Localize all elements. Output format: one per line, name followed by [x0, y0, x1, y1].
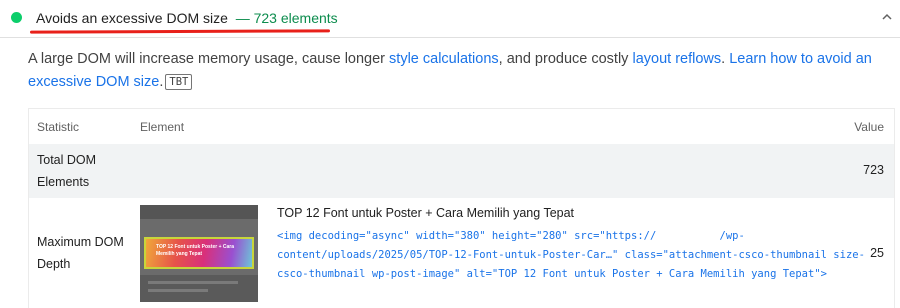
thumbnail-text-line — [148, 281, 238, 284]
column-header-statistic: Statistic — [37, 120, 80, 134]
statistic-cell: Total DOM Elements — [37, 153, 97, 189]
audit-title: Avoids an excessive DOM size — 723 eleme… — [36, 10, 338, 26]
details-table: Statistic Element Value Total DOM Elemen… — [28, 108, 895, 308]
thumbnail-bottom-area — [140, 275, 258, 302]
thumbnail-top-bar — [140, 205, 258, 219]
pass-status-icon — [11, 12, 22, 23]
thumbnail-text: TOP 12 Font untuk Poster + Cara Memilih … — [156, 244, 235, 257]
table-row-total-dom-elements: Total DOM Elements 723 — [29, 144, 894, 198]
description-text: A large DOM will increase memory usage, … — [28, 51, 390, 67]
node-snippet[interactable]: <img decoding="async" width="380" height… — [277, 227, 867, 284]
node-thumbnail[interactable]: TOP 12 Font untuk Poster + Cara Memilih … — [140, 205, 258, 302]
statistic-cell: Maximum DOM Depth — [37, 235, 124, 271]
value-cell: 25 — [870, 246, 884, 260]
tbt-metric-badge: TBT — [165, 74, 193, 90]
description-text: . — [721, 51, 730, 67]
audit-header[interactable]: Avoids an excessive DOM size — 723 eleme… — [0, 0, 900, 38]
thumbnail-text-line — [148, 289, 208, 292]
table-header: Statistic Element Value — [29, 109, 894, 144]
audit-description: A large DOM will increase memory usage, … — [28, 48, 878, 94]
style-calculations-link[interactable]: style calculations — [389, 51, 499, 67]
column-header-value: Value — [854, 120, 884, 134]
audit-title-text: Avoids an excessive DOM size — [36, 10, 228, 26]
annotation-underline — [29, 29, 331, 34]
chevron-up-icon[interactable] — [880, 10, 894, 24]
node-label: TOP 12 Font untuk Poster + Cara Memilih … — [277, 206, 575, 220]
description-text: . — [159, 74, 164, 90]
table-row-maximum-dom-depth: Maximum DOM Depth TOP 12 Font untuk Post… — [29, 198, 894, 308]
layout-reflows-link[interactable]: layout reflows — [632, 51, 721, 67]
value-cell: 723 — [863, 163, 884, 177]
audit-display-value: — 723 elements — [235, 10, 338, 26]
thumbnail-highlight: TOP 12 Font untuk Poster + Cara Memilih … — [144, 237, 254, 269]
description-text: , and produce costly — [498, 51, 633, 67]
column-header-element: Element — [140, 120, 185, 134]
